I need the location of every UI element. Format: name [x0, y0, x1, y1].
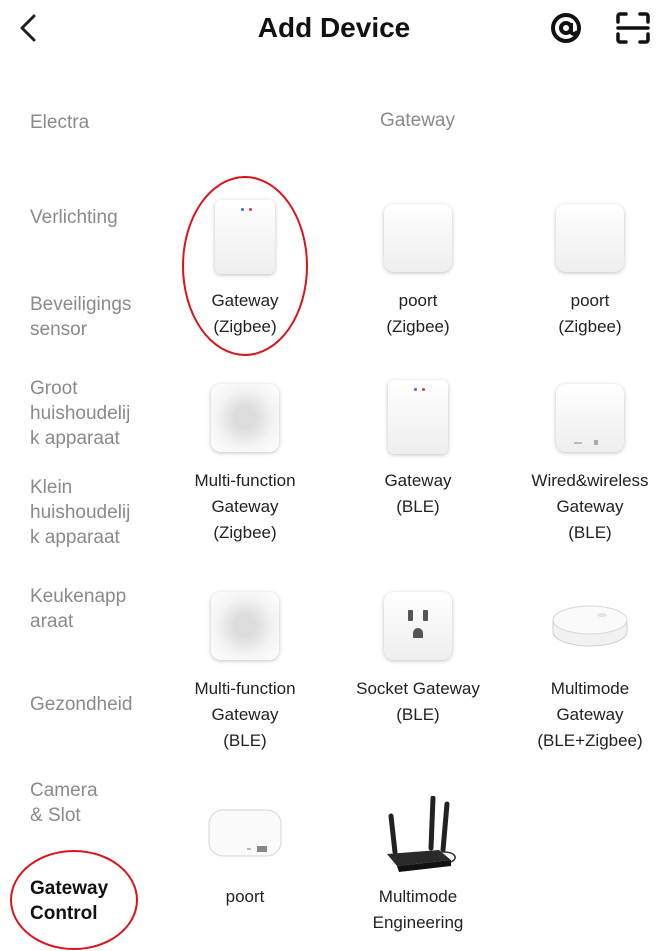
sidebar-item-gezondheid[interactable]: Gezondheid — [30, 692, 170, 717]
sidebar-item-electra[interactable]: Electra — [30, 110, 170, 135]
section-title: Gateway — [380, 110, 455, 131]
device-label: Multi-function Gateway (Zigbee) — [194, 471, 296, 542]
scan-button[interactable] — [614, 10, 652, 46]
sidebar-item-klein-huishoudelijk[interactable]: Klein huishoudelij k apparaat — [30, 475, 170, 550]
square-hub-icon — [550, 200, 630, 280]
gateway-hub-icon — [378, 380, 458, 460]
at-sign-icon — [551, 13, 581, 43]
device-multifunction-gateway-zigbee[interactable]: Multi-function Gateway (Zigbee) — [160, 380, 330, 546]
at-sign-button[interactable] — [548, 10, 584, 46]
header-bar: Add Device — [0, 0, 668, 60]
device-label: poort (Zigbee) — [386, 291, 450, 336]
device-socket-gateway-ble[interactable]: Socket Gateway (BLE) — [333, 588, 503, 728]
flat-hub-icon — [205, 796, 285, 876]
scan-icon — [616, 12, 650, 44]
device-label: Multimode Engineering — [372, 887, 464, 932]
wired-gateway-icon — [550, 380, 630, 460]
device-label: Gateway (Zigbee) — [211, 291, 279, 336]
device-label: Wired&wireless Gateway (BLE) — [531, 471, 649, 542]
router-antenna-icon — [378, 795, 458, 876]
mesh-gateway-icon — [205, 380, 285, 460]
device-wired-wireless-gateway-ble[interactable]: Wired&wireless Gateway (BLE) — [505, 380, 668, 546]
gateway-hub-icon — [205, 200, 285, 280]
sidebar-item-beveiligingssensor[interactable]: Beveiligings sensor — [30, 292, 170, 342]
socket-icon — [378, 588, 458, 668]
device-label: Multimode Gateway (BLE+Zigbee) — [537, 679, 643, 750]
device-label: Gateway (BLE) — [384, 471, 452, 516]
device-label: Socket Gateway (BLE) — [356, 679, 480, 724]
sidebar-item-camera-slot[interactable]: Camera & Slot — [30, 778, 170, 828]
square-hub-icon — [378, 200, 458, 280]
device-poort-zigbee-1[interactable]: poort (Zigbee) — [333, 200, 503, 340]
sidebar-item-groot-huishoudelijk[interactable]: Groot huishoudelij k apparaat — [30, 376, 170, 451]
device-multifunction-gateway-ble[interactable]: Multi-function Gateway (BLE) — [160, 588, 330, 754]
device-poort-zigbee-2[interactable]: poort (Zigbee) — [505, 200, 668, 340]
sidebar-item-keukenapparaat[interactable]: Keukenapp araat — [30, 584, 170, 634]
sidebar-item-verlichting[interactable]: Verlichting — [30, 205, 170, 230]
device-label: poort — [225, 887, 265, 906]
device-gateway-zigbee[interactable]: Gateway (Zigbee) — [160, 200, 330, 340]
device-gateway-ble[interactable]: Gateway (BLE) — [333, 380, 503, 520]
device-poort[interactable]: poort — [160, 796, 330, 910]
sidebar-item-gateway-control[interactable]: Gateway Control — [30, 876, 170, 926]
device-multimode-gateway-ble-zigbee[interactable]: Multimode Gateway (BLE+Zigbee) — [505, 588, 668, 754]
device-label: poort (Zigbee) — [558, 291, 622, 336]
device-label: Multi-function Gateway (BLE) — [194, 679, 296, 750]
device-multimode-engineering[interactable]: Multimode Engineering — [333, 795, 503, 936]
round-hub-icon — [550, 588, 630, 668]
mesh-gateway-icon — [205, 588, 285, 668]
